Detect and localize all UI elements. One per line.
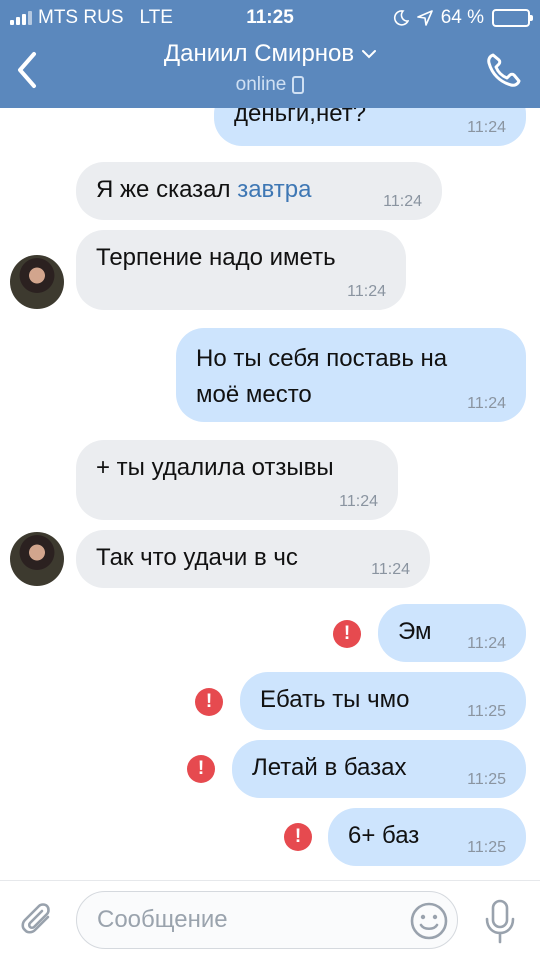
message-input[interactable] [97,892,397,948]
avatar[interactable] [10,255,64,309]
message-time: 11:24 [371,561,410,578]
mobile-device-icon [292,76,305,94]
error-icon[interactable]: ! [187,755,215,783]
message-outgoing[interactable]: деньги,нет? 11:24 [214,108,526,146]
message-text-part: Я же сказал [96,176,238,203]
online-label: online [235,74,287,95]
contact-status: online [236,74,305,96]
contact-name-row[interactable]: Даниил Смирнов [163,40,377,68]
message-time: 11:24 [347,283,386,300]
message-link[interactable]: завтра [237,176,311,203]
error-icon[interactable]: ! [195,688,223,716]
message-outgoing[interactable]: Ебать ты чмо 11:25 [240,672,526,730]
message-incoming[interactable]: + ты удалила отзывы 11:24 [76,440,398,520]
message-time: 11:24 [339,493,378,510]
chat-header: MTS RUS LTE 11:25 64 % Даниил Смирнов on… [0,0,540,108]
paperclip-icon[interactable] [18,901,58,941]
message-time: 11:25 [467,771,506,788]
message-incoming[interactable]: Терпение надо иметь 11:24 [76,230,406,310]
message-incoming[interactable]: Я же сказал завтра 11:24 [76,162,442,220]
status-bar: MTS RUS LTE 11:25 64 % [0,0,540,36]
message-time: 11:25 [467,703,506,720]
microphone-icon[interactable] [482,899,518,945]
chat-title-area[interactable]: Даниил Смирнов online [0,40,540,96]
message-text: Ебать ты чмо [260,686,410,713]
battery-icon [492,9,533,27]
message-time: 11:24 [467,635,506,652]
message-text: 6+ баз [348,822,420,849]
battery-percent: 64 % [440,7,484,28]
message-incoming[interactable]: Так что удачи в чс 11:24 [76,530,430,588]
status-right: 64 % [393,7,533,29]
moon-icon [393,10,409,26]
message-text: Летай в базах [252,754,407,781]
message-text: + ты удалила отзывы [96,454,334,481]
message-outgoing[interactable]: 6+ баз 11:25 [328,808,526,866]
message-text: Так что удачи в чс [96,544,298,571]
message-text: деньги,нет? [234,108,367,127]
message-text: Но ты себя поставь на моё место [196,345,448,408]
message-composer [0,880,540,960]
message-text: Терпение надо иметь [96,244,336,271]
message-time: 11:25 [467,839,506,856]
message-input-box[interactable] [76,891,458,949]
location-arrow-icon [416,10,433,26]
message-time: 11:24 [467,119,506,136]
message-time: 11:24 [383,193,422,210]
message-text: Эм [398,618,432,645]
message-outgoing[interactable]: Летай в базах 11:25 [232,740,526,798]
avatar[interactable] [10,532,64,586]
error-icon[interactable]: ! [333,620,361,648]
message-outgoing[interactable]: Эм 11:24 [378,604,526,662]
message-outgoing[interactable]: Но ты себя поставь на моё место 11:24 [176,328,526,422]
message-list[interactable]: деньги,нет? 11:24 Я же сказал завтра 11:… [0,108,540,880]
message-text: Я же сказал завтра [96,172,311,208]
phone-icon[interactable] [484,50,524,90]
error-icon[interactable]: ! [284,823,312,851]
contact-name: Даниил Смирнов [163,40,355,67]
smile-icon[interactable] [409,901,449,941]
chevron-down-icon [362,50,377,59]
message-time: 11:24 [467,395,506,412]
